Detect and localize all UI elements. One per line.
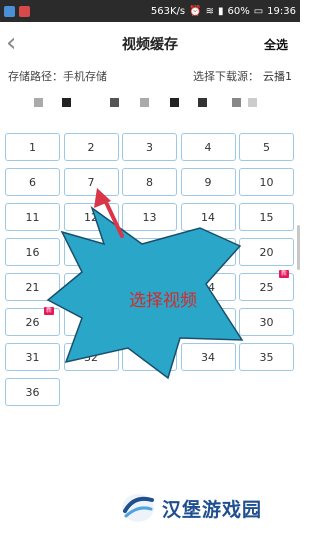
info-row: 存储路径：手机存储 选择下载源： 云播1 <box>8 68 292 86</box>
episode-button[interactable]: 17 <box>63 238 119 266</box>
download-source-value[interactable]: 云播1 <box>263 68 292 86</box>
alert-notification-icon <box>19 5 30 17</box>
episode-button[interactable]: 7 <box>63 168 119 196</box>
episode-button[interactable]: 20 <box>239 238 294 266</box>
episode-button[interactable]: 4 <box>180 133 236 161</box>
obscured-pixel <box>170 98 179 107</box>
episode-button[interactable]: 33 <box>122 343 177 371</box>
obscured-pixel <box>140 98 149 107</box>
episode-button[interactable]: 6 <box>5 168 60 196</box>
select-all-button[interactable]: 全选 <box>264 36 288 53</box>
episode-button[interactable]: 10 <box>239 168 294 196</box>
episode-button[interactable]: 2 <box>63 133 119 161</box>
network-speed: 563K/s <box>150 5 186 17</box>
episode-button[interactable]: 16 <box>5 238 60 266</box>
obscured-pixel <box>62 98 71 107</box>
episode-button[interactable]: 22 <box>63 273 119 301</box>
obscured-content <box>0 92 300 112</box>
obscured-pixel <box>34 98 43 107</box>
episode-button[interactable]: 19 <box>180 238 236 266</box>
episode-button[interactable]: 12 <box>63 203 119 231</box>
episode-button[interactable]: 34 <box>180 343 236 371</box>
episode-button[interactable]: 1 <box>5 133 60 161</box>
episode-button[interactable]: 13 <box>122 203 177 231</box>
download-source[interactable]: 选择下载源： 云播1 <box>193 68 292 86</box>
storage-path[interactable]: 存储路径：手机存储 <box>8 68 193 86</box>
clock: 19:36 <box>267 5 296 17</box>
watermark-logo: 汉堡游戏园 <box>120 488 300 528</box>
episode-button[interactable]: 18 <box>122 238 177 266</box>
app-notification-icon <box>4 5 15 17</box>
download-source-label: 选择下载源： <box>193 70 259 83</box>
obscured-pixel <box>248 98 257 107</box>
episode-button[interactable]: 28 <box>122 308 177 336</box>
watermark-text: 汉堡游戏园 <box>162 498 263 521</box>
page-title: 视频缓存 <box>122 37 178 53</box>
episode-button[interactable]: 8 <box>122 168 177 196</box>
wifi-icon: ≋ <box>205 5 214 17</box>
watermark-swirl-icon <box>122 494 154 522</box>
status-bar: 563K/s ⏰ ≋ ▮ 60% ▭ 19:36 <box>0 0 300 22</box>
episode-button[interactable]: 21 <box>5 273 60 301</box>
new-badge: 新 <box>44 307 55 315</box>
episode-button[interactable]: 14 <box>180 203 236 231</box>
battery-icon: ▭ <box>253 5 264 17</box>
episode-button[interactable]: 9 <box>180 168 236 196</box>
episode-button[interactable]: 24 <box>180 273 236 301</box>
new-badge: 新 <box>279 270 290 278</box>
episode-button[interactable]: 31 <box>5 343 60 371</box>
obscured-pixel <box>232 98 241 107</box>
episode-button[interactable]: 5 <box>239 133 294 161</box>
battery-percent: 60% <box>227 5 250 17</box>
episode-button[interactable]: 30 <box>239 308 294 336</box>
episode-button[interactable]: 36 <box>5 378 60 406</box>
obscured-pixel <box>198 98 207 107</box>
back-chevron-icon[interactable]: ‹ <box>6 30 26 56</box>
episode-button[interactable]: 23 <box>122 273 177 301</box>
episode-button[interactable]: 15 <box>239 203 294 231</box>
episode-button[interactable]: 27 <box>63 308 119 336</box>
alarm-icon: ⏰ <box>189 5 202 17</box>
obscured-pixel <box>110 98 119 107</box>
signal-icon: ▮ <box>217 5 224 17</box>
scrollbar[interactable] <box>297 225 300 270</box>
episode-button[interactable]: 29 <box>180 308 236 336</box>
nav-bar: ‹ 视频缓存 全选 <box>0 22 300 66</box>
episode-button[interactable]: 35 <box>239 343 294 371</box>
episode-button[interactable]: 11 <box>5 203 60 231</box>
episode-button[interactable]: 32 <box>63 343 119 371</box>
episode-button[interactable]: 3 <box>122 133 177 161</box>
